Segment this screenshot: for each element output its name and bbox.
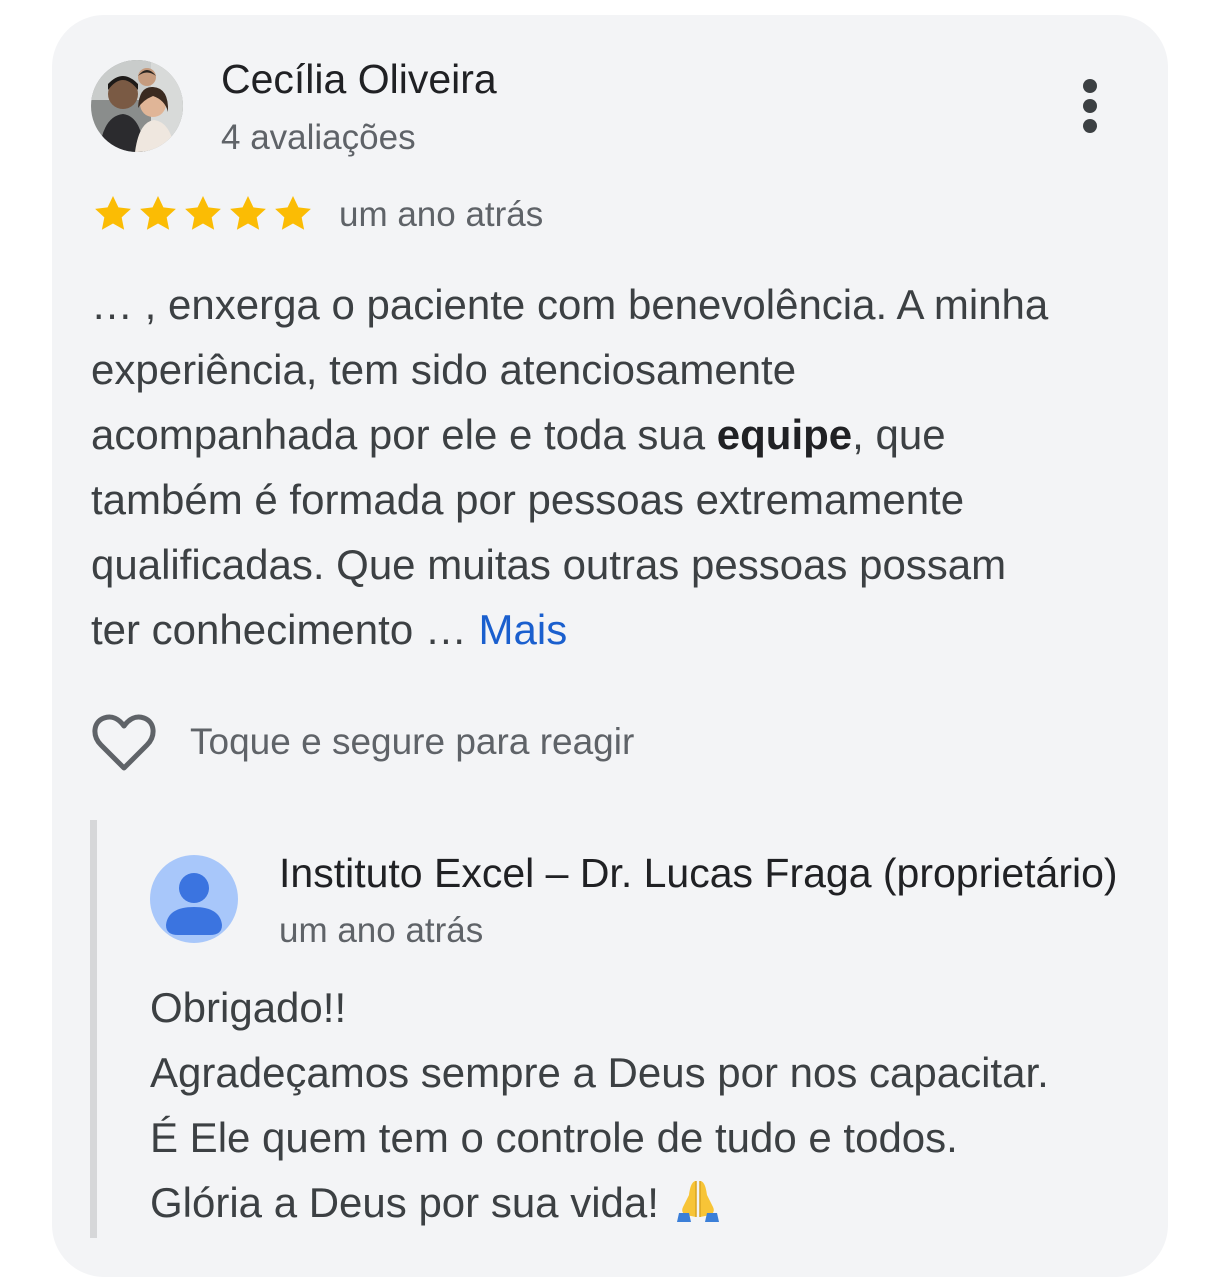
reply-text-line: Agradeçamos sempre a Deus por nos capaci… (150, 1049, 1049, 1096)
star-icon (136, 192, 180, 236)
review-text-line: também é formada por pessoas extremament… (91, 476, 965, 523)
reply-text-segment: Glória a Deus por sua vida! (150, 1179, 671, 1226)
owner-name: Instituto Excel – Dr. Lucas Fraga (propr… (279, 850, 1118, 896)
star-icon (226, 192, 270, 236)
review-text-line: qualificadas. Que muitas outras pessoas … (91, 541, 1007, 588)
reply-time: um ano atrás (279, 911, 484, 950)
review-text-line: experiência, tem sido atenciosamente (91, 346, 797, 393)
heart-outline-icon (91, 712, 157, 774)
reply-divider (90, 820, 97, 1238)
reply-text-line: É Ele quem tem o controle de tudo e todo… (150, 1114, 958, 1161)
reviewer-name[interactable]: Cecília Oliveira (221, 54, 497, 104)
review-text-line: ter conhecimento … Mais (91, 597, 1121, 662)
review-text-segment: , que (852, 411, 946, 458)
owner-avatar (150, 855, 238, 943)
more-options-button[interactable] (1066, 74, 1114, 138)
star-icon (91, 192, 135, 236)
reply-text-line: Glória a Deus por sua vida! (150, 1170, 1150, 1235)
more-link[interactable]: Mais (479, 606, 568, 653)
star-icon (271, 192, 315, 236)
reviewer-review-count: 4 avaliações (221, 118, 416, 157)
star-icon (181, 192, 225, 236)
reviewer-avatar[interactable] (91, 60, 183, 152)
owner-reply-text: Obrigado!! Agradeçamos sempre a Deus por… (150, 975, 1150, 1235)
review-text-line: acompanhada por ele e toda sua equipe, q… (91, 402, 1121, 467)
account-icon (150, 855, 238, 943)
review-text-line: … , enxerga o paciente com benevolência.… (91, 281, 1049, 328)
star-rating (91, 192, 315, 236)
review-text-highlight: equipe (716, 411, 853, 458)
review-time: um ano atrás (339, 195, 544, 234)
review-text: … , enxerga o paciente com benevolência.… (91, 272, 1121, 662)
review-text-segment: acompanhada por ele e toda sua (91, 411, 717, 458)
reply-text-line: Obrigado!! (150, 984, 347, 1031)
review-text-segment: ter conhecimento … (91, 606, 479, 653)
react-label: Toque e segure para reagir (190, 721, 635, 762)
folded-hands-emoji-icon (675, 1176, 721, 1222)
